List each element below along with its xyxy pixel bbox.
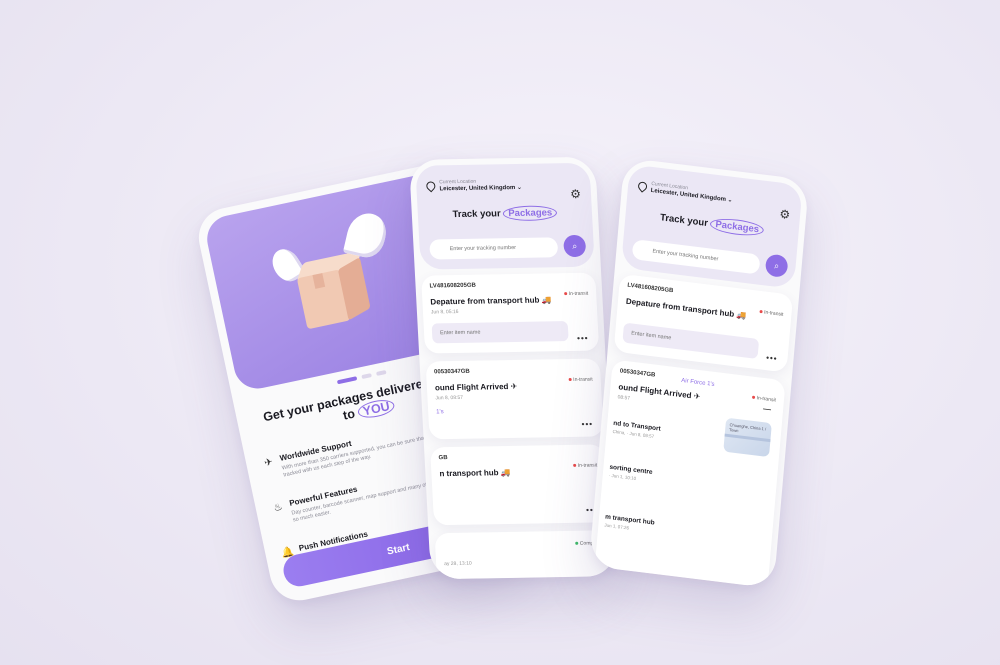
item-name-input[interactable] [431, 321, 569, 344]
package-box-icon [293, 246, 376, 331]
tracking-number-input[interactable] [429, 237, 559, 260]
title-text: Track your [452, 208, 501, 221]
collapse-icon[interactable]: — [763, 404, 772, 414]
tracking-header: Current Location Leicester, United Kingd… [415, 162, 595, 270]
status-badge: In-transit [751, 395, 776, 404]
globe-icon: ✈ [263, 456, 274, 470]
more-options-icon[interactable]: ••• [581, 420, 593, 429]
event-title: Depature from transport hub 🚚 [430, 295, 552, 307]
tracking-number-input[interactable] [631, 239, 761, 275]
tracking-code: GB [438, 455, 448, 462]
tracking-card[interactable]: GB In-transit n transport hub 🚚 ••• [430, 444, 609, 526]
event-title: ound Flight Arrived ✈ [434, 381, 518, 393]
tracking-screen-1: Current Location Leicester, United Kingd… [408, 156, 618, 580]
tracking-card[interactable]: LV48160820​5GB In-transit Depature from … [421, 272, 600, 354]
location-pin-icon [636, 179, 649, 193]
tracking-card[interactable]: Complete ay 28, 13:10 [434, 530, 612, 580]
tracking-code: LV48160820​5GB [429, 282, 477, 290]
tracking-code: 00530347GB [619, 368, 656, 379]
item-name-input[interactable] [622, 322, 760, 360]
more-options-icon[interactable]: ••• [577, 334, 589, 343]
tracking-code: 00530347GB [433, 368, 470, 376]
page-title: Track your Packages [625, 208, 799, 240]
item-tag: Air Force 1's [680, 377, 715, 388]
title-text: Track your [659, 212, 709, 230]
flame-icon: ♨ [272, 501, 284, 515]
map-label: Chuanghe, China 1 / Town [728, 422, 767, 434]
page-title: Track your Packages [418, 205, 593, 222]
event-date: Jun 8, 05:16 [430, 308, 459, 316]
title-highlight: Packages [709, 216, 765, 238]
tracking-card-expanded[interactable]: 00530347GB Air Force 1's In-transit ound… [594, 359, 786, 588]
gear-icon[interactable]: ⚙ [570, 187, 582, 201]
current-location[interactable]: Current Location Leicester, United Kingd… [424, 178, 522, 193]
search-icon: ⌕ [773, 259, 780, 271]
wing-right-icon [342, 209, 390, 261]
item-tag: 1's [436, 409, 444, 416]
title-highlight: Packages [502, 205, 558, 222]
event-date: Jun 8, 08:57 [435, 394, 464, 402]
location-value[interactable]: Leicester, United Kingdom ⌄ [439, 184, 522, 192]
status-badge: In-transit [563, 291, 588, 297]
event-date: ay 28, 13:10 [444, 560, 472, 568]
current-location[interactable]: Current Location Leicester, United Kingd… [636, 179, 734, 204]
page-dot-active[interactable] [336, 376, 358, 385]
tracking-screen-2: Current Location Leicester, United Kingd… [588, 157, 810, 589]
page-dot[interactable] [361, 373, 372, 380]
timeline-item: sorting centre · Jun 1, 10:10 [609, 464, 771, 498]
search-button[interactable]: ⌕ [764, 253, 789, 279]
tracking-header: Current Location Leicester, United Kingd… [620, 164, 803, 289]
tracking-code: LV48160820​5GB [627, 282, 674, 295]
event-title: Depature from transport hub 🚚 [625, 296, 747, 321]
gear-icon[interactable]: ⚙ [779, 207, 791, 222]
location-pin-icon [424, 179, 438, 193]
status-badge: In-transit [568, 377, 593, 383]
more-options-icon[interactable]: ••• [766, 353, 778, 363]
tracking-card[interactable]: LV48160820​5GB In-transit Depature from … [613, 273, 794, 373]
status-badge: In-transit [572, 462, 597, 469]
tracking-card[interactable]: 00530347GB In-transit ound Flight Arrive… [425, 358, 604, 440]
search-button[interactable]: ⌕ [563, 234, 587, 258]
search-icon: ⌕ [571, 240, 578, 251]
event-title: n transport hub 🚚 [439, 467, 511, 479]
page-dot[interactable] [376, 369, 387, 376]
timeline-item: m transport hub Jun 1, 07:26 [604, 514, 766, 548]
status-badge: In-transit [758, 309, 784, 318]
event-date: 08:57 [617, 394, 631, 402]
